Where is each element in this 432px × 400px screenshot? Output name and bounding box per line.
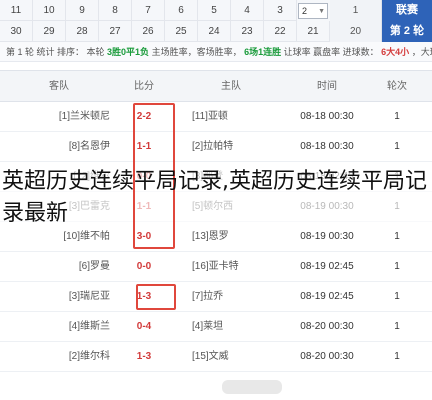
match-round: 1 xyxy=(394,261,400,272)
round-cell[interactable]: 22 xyxy=(264,21,297,42)
round-select-value: 2 xyxy=(302,6,308,16)
round-cell[interactable]: 6 xyxy=(165,0,198,21)
table-body: [1]兰米顿尼 2-2 [11]亚顿 08-18 00:30 1 [8]名恩伊 1-1 [2]… xyxy=(0,102,432,372)
round-cell[interactable]: 8 xyxy=(99,0,132,21)
round-row-bottom: 30 29 28 27 26 25 24 23 22 21 xyxy=(0,21,330,42)
stats-prefix: 第 1 轮 统计 排序： 本轮 xyxy=(6,47,105,57)
league-tab-round: 第 2 轮 xyxy=(389,25,425,37)
match-time: 08-20 00:30 xyxy=(300,351,354,362)
away-team: [4]维斯兰 xyxy=(68,321,110,332)
away-team: [3]瑞尼亚 xyxy=(68,291,110,302)
stats-streak: 6场1连胜 xyxy=(244,47,282,57)
round-cell[interactable]: 25 xyxy=(165,21,198,42)
round-select[interactable]: 2 ▼ xyxy=(298,3,328,19)
match-round: 1 xyxy=(394,141,400,152)
match-round: 1 xyxy=(394,291,400,302)
away-team: [1]兰米顿尼 xyxy=(58,111,110,122)
stats-record: 3胜0平1负 xyxy=(107,47,150,57)
watermark-logo xyxy=(222,380,282,394)
match-score[interactable]: 0-4 xyxy=(118,312,170,341)
round-cell[interactable]: 29 xyxy=(33,21,66,42)
round-cell[interactable]: 10 xyxy=(33,0,66,21)
match-round: 1 xyxy=(394,111,400,122)
chevron-down-icon: ▼ xyxy=(318,8,325,15)
highlight-box-single xyxy=(136,284,176,310)
round-grid: 11 10 9 8 7 6 5 4 3 30 29 28 27 26 25 24 23 22 21 xyxy=(0,0,330,42)
away-team: [2]维尔科 xyxy=(68,351,110,362)
table-row[interactable]: [6]罗曼 0-0 [16]亚卡特 08-19 02:45 1 xyxy=(0,252,432,282)
table-row[interactable]: [8]名恩伊 1-1 [2]拉帕特 08-18 00:30 1 xyxy=(0,132,432,162)
round-cell[interactable]: 30 xyxy=(0,21,33,42)
home-team: [11]亚顿 xyxy=(192,111,228,122)
home-team: [15]文威 xyxy=(192,351,229,362)
round-stats: 第 1 轮 统计 排序： 本轮 3胜0平1负 主场胜率，客场胜率， 6场1连胜 … xyxy=(0,42,432,62)
match-round: 1 xyxy=(394,321,400,332)
round-row-top: 11 10 9 8 7 6 5 4 3 xyxy=(0,0,330,21)
round-cell[interactable]: 23 xyxy=(231,21,264,42)
match-time: 08-19 02:45 xyxy=(300,291,354,302)
round-cell[interactable]: 11 xyxy=(0,0,33,21)
away-team: [6]罗曼 xyxy=(78,261,110,272)
round-cell[interactable]: 5 xyxy=(198,0,231,21)
header-round: 轮次 xyxy=(387,81,407,92)
stats-tail: 让球率 赢盘率 进球数： xyxy=(283,47,379,57)
table-row[interactable]: [1]兰米顿尼 2-2 [11]亚顿 08-18 00:30 1 xyxy=(0,102,432,132)
round-cell[interactable]: 7 xyxy=(132,0,165,21)
table-row[interactable]: [2]维尔科 1-3 [15]文威 08-20 00:30 1 xyxy=(0,342,432,372)
match-round: 1 xyxy=(394,351,400,362)
round-cell[interactable]: 4 xyxy=(231,0,264,21)
stats-mid: 主场胜率，客场胜率， xyxy=(151,47,242,57)
table-row[interactable]: [3]瑞尼亚 1-3 [7]拉乔 08-19 02:45 1 xyxy=(0,282,432,312)
match-score[interactable]: 0-0 xyxy=(118,252,170,281)
table-row[interactable]: [4]维斯兰 0-4 [4]莱坦 08-20 00:30 1 xyxy=(0,312,432,342)
header-time: 时间 xyxy=(317,81,337,92)
match-time: 08-20 00:30 xyxy=(300,321,354,332)
table-header: 客队 比分 主队 时间 轮次 xyxy=(0,70,432,102)
away-team: [8]名恩伊 xyxy=(68,141,110,152)
round-cell[interactable]: 26 xyxy=(132,21,165,42)
home-team: [7]拉乔 xyxy=(192,291,224,302)
match-time: 08-18 00:30 xyxy=(300,141,354,152)
round-cell[interactable]: 24 xyxy=(198,21,231,42)
round-cell[interactable]: 27 xyxy=(99,21,132,42)
league-tab-label: 联赛 xyxy=(396,4,418,16)
round-cell[interactable]: 21 xyxy=(297,21,330,42)
round-tab-label: 1 xyxy=(352,5,359,16)
header-score: 比分 xyxy=(134,81,154,92)
round-tab-sub: 20 xyxy=(349,26,362,37)
round-tab-1[interactable]: 1 20 xyxy=(330,0,382,42)
match-score[interactable]: 1-3 xyxy=(118,342,170,371)
home-team: [2]拉帕特 xyxy=(192,141,234,152)
round-cell[interactable]: 9 xyxy=(66,0,99,21)
home-team: [4]莱坦 xyxy=(192,321,224,332)
home-team: [16]亚卡特 xyxy=(192,261,239,272)
overlay-title: 英超历史连续平局记录,英超历史连续平局记录最新 xyxy=(2,169,427,226)
match-time: 08-18 00:30 xyxy=(300,111,354,122)
stats-suffix: ，大球率60% xyxy=(411,47,432,57)
header-away: 客队 xyxy=(49,81,69,92)
stats-goals: 6大4小 xyxy=(381,47,410,57)
header-home: 主队 xyxy=(221,81,241,92)
match-time: 08-19 02:45 xyxy=(300,261,354,272)
round-navigator: 11 10 9 8 7 6 5 4 3 30 29 28 27 26 25 24 23 22 21 2 ▼ 1 2… xyxy=(0,0,432,42)
round-cell[interactable]: 3 xyxy=(264,0,297,21)
round-cell[interactable]: 28 xyxy=(66,21,99,42)
league-tab-active[interactable]: 联赛 第 2 轮 xyxy=(382,0,432,42)
